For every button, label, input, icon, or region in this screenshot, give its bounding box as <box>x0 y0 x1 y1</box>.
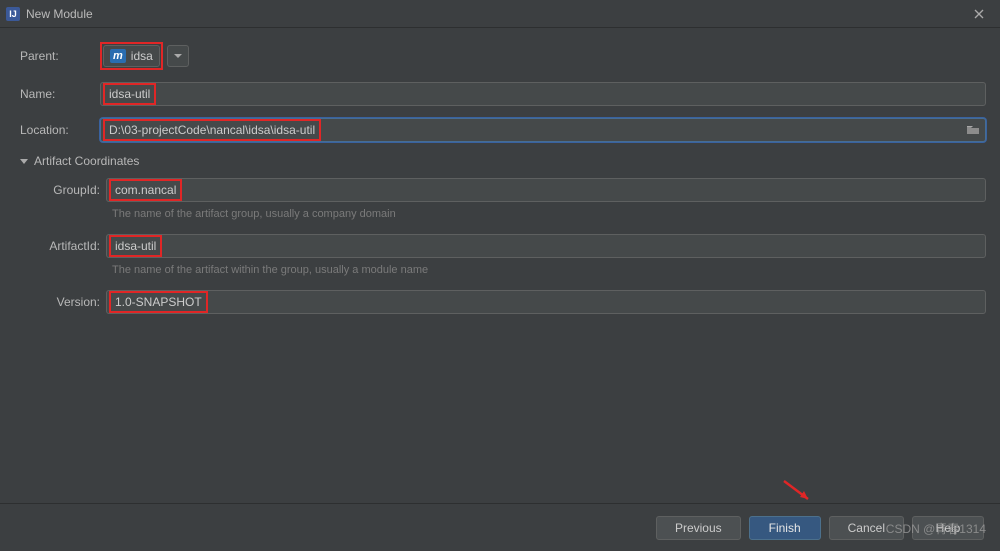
finish-button[interactable]: Finish <box>749 516 821 540</box>
previous-button[interactable]: Previous <box>656 516 741 540</box>
location-label: Location: <box>14 123 100 137</box>
group-id-row: GroupId: com.nancal <box>20 178 986 202</box>
window-title: New Module <box>26 7 93 21</box>
content-area: Parent: m idsa Name: idsa-util Location:… <box>0 28 1000 314</box>
location-input[interactable] <box>100 118 986 142</box>
footer-bar: Previous Finish Cancel Help <box>0 503 1000 551</box>
name-input[interactable] <box>100 82 986 106</box>
name-label: Name: <box>14 87 100 101</box>
maven-icon: m <box>110 49 126 63</box>
group-id-label: GroupId: <box>20 183 106 197</box>
parent-row: Parent: m idsa <box>14 42 986 70</box>
parent-selector[interactable]: m idsa <box>103 45 160 67</box>
group-id-input[interactable] <box>106 178 986 202</box>
app-icon: IJ <box>6 7 20 21</box>
artifact-id-label: ArtifactId: <box>20 239 106 253</box>
chevron-down-icon <box>174 54 182 58</box>
title-bar: IJ New Module <box>0 0 1000 28</box>
chevron-down-icon <box>20 159 28 164</box>
help-button[interactable]: Help <box>912 516 984 540</box>
cancel-button[interactable]: Cancel <box>829 516 904 540</box>
artifact-section-toggle[interactable]: Artifact Coordinates <box>20 154 986 168</box>
close-icon <box>974 9 984 19</box>
highlight-parent: m idsa <box>100 42 163 70</box>
parent-label: Parent: <box>14 49 100 63</box>
location-row: Location: D:\03-projectCode\nancal\idsa\… <box>14 118 986 142</box>
svg-text:IJ: IJ <box>9 9 17 19</box>
parent-value: idsa <box>131 49 153 63</box>
version-row: Version: 1.0-SNAPSHOT <box>20 290 986 314</box>
close-button[interactable] <box>964 0 994 28</box>
artifact-id-row: ArtifactId: idsa-util <box>20 234 986 258</box>
group-id-hint: The name of the artifact group, usually … <box>20 208 986 220</box>
version-input[interactable] <box>106 290 986 314</box>
artifact-block: GroupId: com.nancal The name of the arti… <box>14 178 986 314</box>
browse-folder-icon[interactable] <box>966 123 980 137</box>
artifact-section-title: Artifact Coordinates <box>34 154 139 168</box>
artifact-id-input[interactable] <box>106 234 986 258</box>
artifact-id-hint: The name of the artifact within the grou… <box>20 264 986 276</box>
name-row: Name: idsa-util <box>14 82 986 106</box>
parent-dropdown-button[interactable] <box>167 45 189 67</box>
version-label: Version: <box>20 295 106 309</box>
